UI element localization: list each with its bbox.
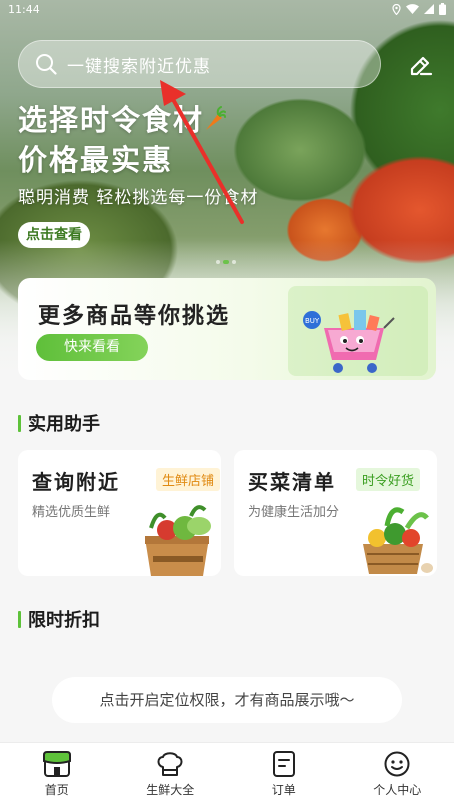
card-title: 买菜清单 bbox=[248, 470, 336, 494]
helpers-section-title: 实用助手 bbox=[18, 410, 100, 436]
helpers-title: 实用助手 bbox=[28, 414, 100, 435]
card-tag: 生鲜店铺 bbox=[156, 468, 221, 491]
discount-title: 限时折扣 bbox=[28, 610, 100, 631]
nav-label: 首页 bbox=[44, 783, 69, 797]
promo-button[interactable]: 快来看看 bbox=[36, 334, 148, 361]
nav-label: 个人中心 bbox=[373, 783, 422, 797]
chef-hat-icon bbox=[157, 752, 183, 776]
order-list-icon bbox=[272, 751, 295, 777]
bottom-nav: 首页 生鲜大全 订单 个人中心 bbox=[0, 742, 454, 807]
banner-view-button[interactable]: 点击查看 bbox=[18, 222, 90, 248]
carousel-dot-active bbox=[223, 260, 229, 264]
section-accent-bar bbox=[18, 414, 21, 432]
carousel-dot bbox=[216, 260, 220, 264]
carousel-dot bbox=[232, 260, 236, 264]
battery-icon bbox=[439, 3, 446, 15]
svg-text:BUY: BUY bbox=[305, 317, 320, 325]
location-icon bbox=[392, 3, 401, 15]
nav-item-orders[interactable]: 订单 bbox=[227, 743, 341, 807]
section-accent-bar bbox=[18, 610, 21, 628]
vegetable-basket-illustration bbox=[363, 507, 433, 574]
promo-card[interactable]: 更多商品等你挑选 快来看看 BUY bbox=[18, 278, 436, 380]
smiley-face-icon bbox=[384, 751, 410, 777]
search-placeholder: 一键搜索附近优惠 bbox=[67, 56, 211, 77]
enable-location-prompt[interactable]: 点击开启定位权限，才有商品展示哦～ bbox=[52, 677, 402, 723]
card-subtitle: 精选优质生鲜 bbox=[32, 505, 111, 520]
card-title: 查询附近 bbox=[32, 470, 120, 494]
status-time: 11:44 bbox=[8, 2, 40, 16]
promo-title: 更多商品等你挑选 bbox=[38, 304, 231, 329]
nav-label: 生鲜大全 bbox=[146, 783, 195, 797]
wifi-icon bbox=[406, 4, 419, 14]
carousel-dots bbox=[216, 260, 236, 264]
nav-item-fresh-catalog[interactable]: 生鲜大全 bbox=[114, 743, 228, 807]
signal-icon bbox=[424, 4, 434, 14]
nearby-stores-card[interactable]: 查询附近 生鲜店铺 精选优质生鲜 bbox=[18, 450, 221, 576]
card-tag: 时令好货 bbox=[356, 468, 421, 491]
shop-icon bbox=[42, 751, 71, 777]
status-icons bbox=[392, 3, 446, 15]
discount-section-title: 限时折扣 bbox=[18, 606, 100, 632]
status-bar: 11:44 bbox=[0, 0, 454, 18]
shopping-cart-illustration: BUY bbox=[303, 310, 395, 373]
shopping-list-card[interactable]: 买菜清单 时令好货 为健康生活加分 bbox=[234, 450, 437, 576]
nav-item-profile[interactable]: 个人中心 bbox=[341, 743, 454, 807]
annotation-arrow-icon bbox=[160, 80, 244, 224]
nav-label: 订单 bbox=[271, 783, 296, 797]
grocery-box-illustration bbox=[145, 505, 211, 576]
nav-item-home[interactable]: 首页 bbox=[0, 743, 114, 807]
search-icon bbox=[36, 54, 57, 75]
card-subtitle: 为健康生活加分 bbox=[248, 505, 340, 520]
eraser-icon[interactable] bbox=[403, 48, 437, 82]
